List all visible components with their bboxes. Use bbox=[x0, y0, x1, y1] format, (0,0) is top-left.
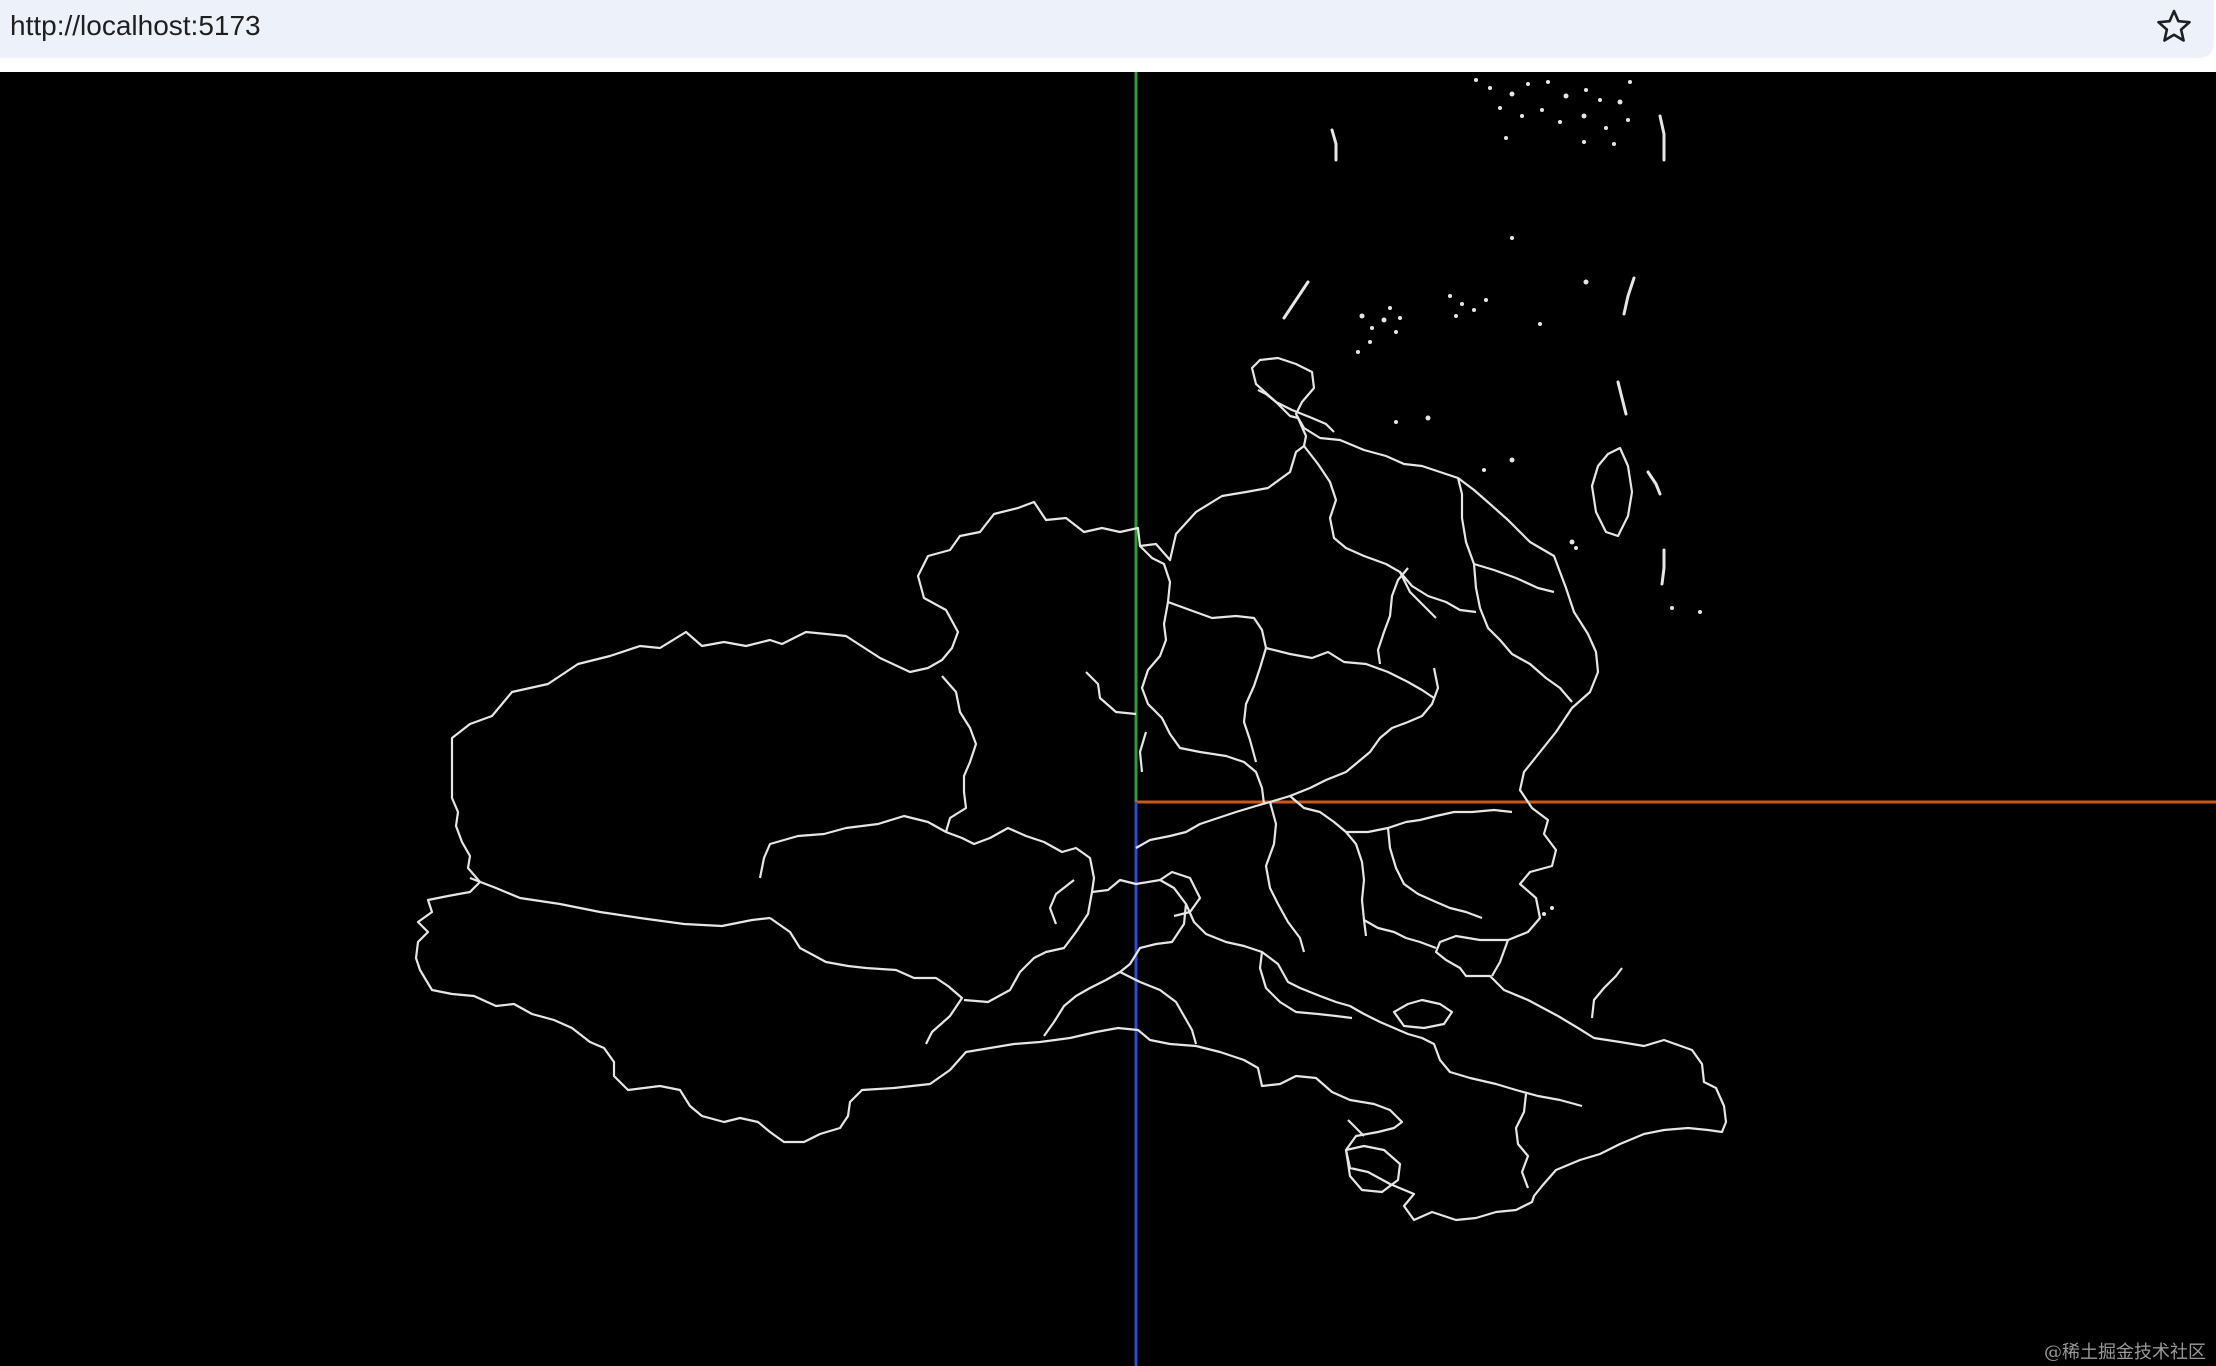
island-outline bbox=[1590, 446, 1634, 538]
province-border bbox=[1347, 1119, 1365, 1137]
province-border bbox=[1590, 967, 1623, 1019]
province-border bbox=[1135, 667, 1440, 849]
watermark-text: @稀土掘金技术社区 bbox=[2044, 1342, 2206, 1363]
province-outlines bbox=[414, 356, 1728, 1222]
province-border bbox=[1138, 731, 1148, 773]
url-text[interactable]: http://localhost:5173 bbox=[10, 8, 261, 44]
sea-dots bbox=[1356, 78, 1702, 916]
province-border bbox=[1048, 879, 1075, 925]
province-border bbox=[1289, 795, 1368, 937]
province-border bbox=[1346, 808, 1513, 834]
dash-line bbox=[1622, 276, 1636, 316]
island-outline bbox=[1392, 998, 1454, 1030]
province-border bbox=[469, 876, 771, 928]
province-border bbox=[1265, 646, 1435, 699]
province-border bbox=[1491, 939, 1510, 977]
dash-line bbox=[1330, 128, 1338, 162]
star-icon[interactable] bbox=[2154, 6, 2194, 46]
province-border bbox=[1514, 1093, 1530, 1189]
province-border bbox=[1303, 445, 1437, 619]
province-border bbox=[1085, 671, 1137, 716]
address-bar[interactable]: http://localhost:5173 bbox=[0, 0, 2214, 58]
province-border bbox=[1159, 870, 1202, 918]
dash-line bbox=[1616, 380, 1628, 416]
dash-line bbox=[1660, 548, 1666, 586]
dash-line bbox=[1658, 114, 1666, 162]
province-border bbox=[1119, 971, 1198, 1045]
province-border bbox=[1363, 919, 1437, 950]
dash-line bbox=[1282, 280, 1310, 320]
webgl-viewport[interactable]: @稀土掘金技术社区 bbox=[0, 72, 2216, 1366]
country-outline bbox=[414, 356, 1728, 1222]
map-scene[interactable]: @稀土掘金技术社区 bbox=[0, 72, 2216, 1366]
province-border bbox=[769, 917, 964, 1045]
province-border bbox=[1264, 801, 1306, 953]
province-border bbox=[1386, 827, 1483, 920]
dash-line bbox=[1646, 470, 1662, 496]
province-border bbox=[941, 675, 978, 833]
browser-toolbar: http://localhost:5173 bbox=[0, 0, 2216, 70]
province-border bbox=[1043, 878, 1188, 1037]
province-border bbox=[1139, 545, 1266, 805]
province-border bbox=[758, 814, 1096, 1004]
province-border bbox=[1473, 562, 1555, 594]
province-border bbox=[1376, 567, 1409, 665]
province-border bbox=[1456, 477, 1573, 703]
province-border bbox=[1167, 600, 1268, 763]
island-outline bbox=[1257, 389, 1335, 433]
sea-islands bbox=[1282, 114, 1666, 586]
